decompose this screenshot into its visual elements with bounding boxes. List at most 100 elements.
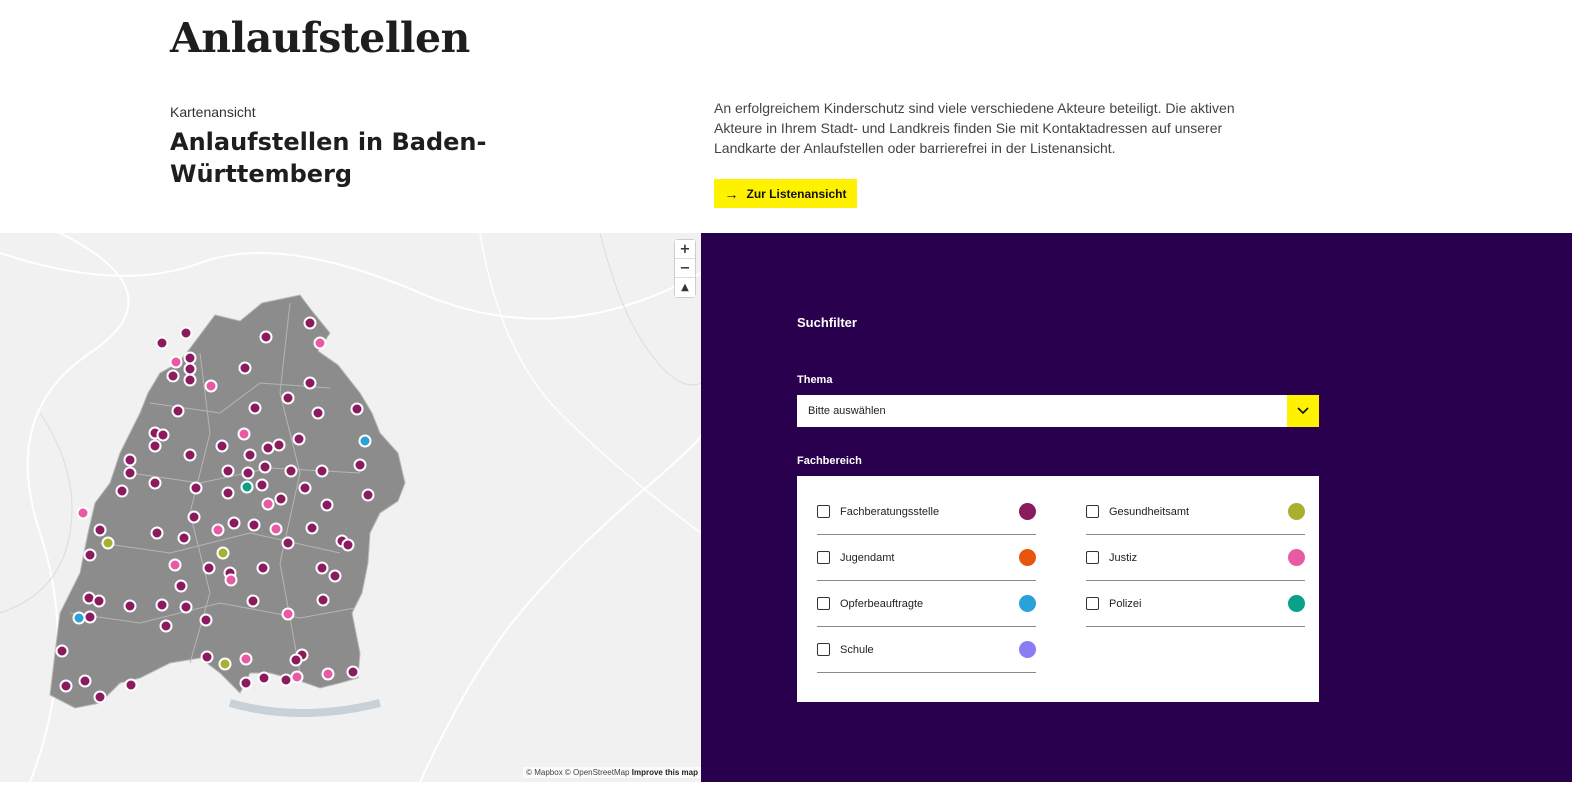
map-marker[interactable]: [216, 546, 230, 560]
map-marker[interactable]: [159, 619, 173, 633]
map-marker[interactable]: [148, 439, 162, 453]
list-view-button[interactable]: → Zur Listenansicht: [714, 179, 857, 208]
map-marker[interactable]: [168, 558, 182, 572]
map-marker[interactable]: [221, 464, 235, 478]
map-marker[interactable]: [305, 521, 319, 535]
map-marker[interactable]: [204, 379, 218, 393]
checkbox-gesundheitsamt[interactable]: Gesundheitsamt: [1086, 489, 1305, 535]
map-marker[interactable]: [361, 488, 375, 502]
map-marker[interactable]: [241, 466, 255, 480]
map-marker[interactable]: [183, 351, 197, 365]
map-marker[interactable]: [316, 593, 330, 607]
map-marker[interactable]: [123, 453, 137, 467]
map-canvas[interactable]: [0, 233, 701, 782]
map-marker[interactable]: [259, 330, 273, 344]
map-marker[interactable]: [202, 561, 216, 575]
map-marker[interactable]: [177, 531, 191, 545]
map-marker[interactable]: [353, 458, 367, 472]
map-marker[interactable]: [284, 464, 298, 478]
map-marker[interactable]: [76, 506, 90, 520]
map-marker[interactable]: [83, 548, 97, 562]
map-marker[interactable]: [189, 481, 203, 495]
map-marker[interactable]: [200, 650, 214, 664]
map-marker[interactable]: [243, 448, 257, 462]
map-marker[interactable]: [183, 362, 197, 376]
checkbox-icon[interactable]: [817, 597, 830, 610]
map-marker[interactable]: [83, 610, 97, 624]
checkbox-jugendamt[interactable]: Jugendamt: [817, 535, 1036, 581]
map-marker[interactable]: [311, 406, 325, 420]
map-marker[interactable]: [211, 523, 225, 537]
checkbox-schule[interactable]: Schule: [817, 627, 1036, 673]
map-marker[interactable]: [166, 369, 180, 383]
map-marker[interactable]: [358, 434, 372, 448]
map-marker[interactable]: [148, 476, 162, 490]
checkbox-icon[interactable]: [817, 551, 830, 564]
map-marker[interactable]: [292, 432, 306, 446]
map-marker[interactable]: [93, 690, 107, 704]
map-marker[interactable]: [290, 670, 304, 684]
map-marker[interactable]: [255, 478, 269, 492]
map-marker[interactable]: [169, 355, 183, 369]
map-view[interactable]: [0, 233, 701, 782]
map-marker[interactable]: [115, 484, 129, 498]
map-marker[interactable]: [257, 671, 271, 685]
map-marker[interactable]: [59, 679, 73, 693]
map-marker[interactable]: [258, 460, 272, 474]
map-marker[interactable]: [269, 522, 283, 536]
map-marker[interactable]: [247, 518, 261, 532]
map-marker[interactable]: [303, 376, 317, 390]
map-marker[interactable]: [179, 600, 193, 614]
map-marker[interactable]: [183, 448, 197, 462]
checkbox-icon[interactable]: [817, 643, 830, 656]
map-marker[interactable]: [261, 441, 275, 455]
improve-map-link[interactable]: Improve this map: [632, 768, 698, 777]
map-marker[interactable]: [281, 607, 295, 621]
map-marker[interactable]: [171, 404, 185, 418]
map-marker[interactable]: [320, 498, 334, 512]
map-marker[interactable]: [227, 516, 241, 530]
map-marker[interactable]: [123, 599, 137, 613]
zoom-out-button[interactable]: −: [675, 259, 695, 278]
map-marker[interactable]: [239, 652, 253, 666]
map-marker[interactable]: [174, 579, 188, 593]
map-marker[interactable]: [298, 481, 312, 495]
map-marker[interactable]: [218, 657, 232, 671]
map-marker[interactable]: [179, 326, 193, 340]
map-marker[interactable]: [321, 667, 335, 681]
checkbox-justiz[interactable]: Justiz: [1086, 535, 1305, 581]
map-marker[interactable]: [55, 644, 69, 658]
map-marker[interactable]: [261, 497, 275, 511]
checkbox-icon[interactable]: [817, 505, 830, 518]
map-marker[interactable]: [328, 569, 342, 583]
map-marker[interactable]: [238, 361, 252, 375]
map-marker[interactable]: [315, 464, 329, 478]
map-marker[interactable]: [281, 391, 295, 405]
zoom-in-button[interactable]: +: [675, 240, 695, 259]
map-marker[interactable]: [274, 492, 288, 506]
map-marker[interactable]: [221, 486, 235, 500]
map-marker[interactable]: [78, 674, 92, 688]
map-marker[interactable]: [155, 598, 169, 612]
map-marker[interactable]: [123, 466, 137, 480]
map-marker[interactable]: [199, 613, 213, 627]
map-marker[interactable]: [350, 402, 364, 416]
map-marker[interactable]: [150, 526, 164, 540]
checkbox-icon[interactable]: [1086, 597, 1099, 610]
checkbox-icon[interactable]: [1086, 551, 1099, 564]
map-marker[interactable]: [239, 676, 253, 690]
map-marker[interactable]: [240, 480, 254, 494]
checkbox-fachberatungsstelle[interactable]: Fachberatungsstelle: [817, 489, 1036, 535]
map-marker[interactable]: [315, 561, 329, 575]
map-marker[interactable]: [341, 538, 355, 552]
map-marker[interactable]: [224, 573, 238, 587]
map-marker[interactable]: [346, 665, 360, 679]
map-marker[interactable]: [101, 536, 115, 550]
map-marker[interactable]: [93, 523, 107, 537]
map-marker[interactable]: [187, 510, 201, 524]
map-marker[interactable]: [92, 594, 106, 608]
map-marker[interactable]: [215, 439, 229, 453]
map-marker[interactable]: [156, 428, 170, 442]
map-marker[interactable]: [256, 561, 270, 575]
map-marker[interactable]: [237, 427, 251, 441]
